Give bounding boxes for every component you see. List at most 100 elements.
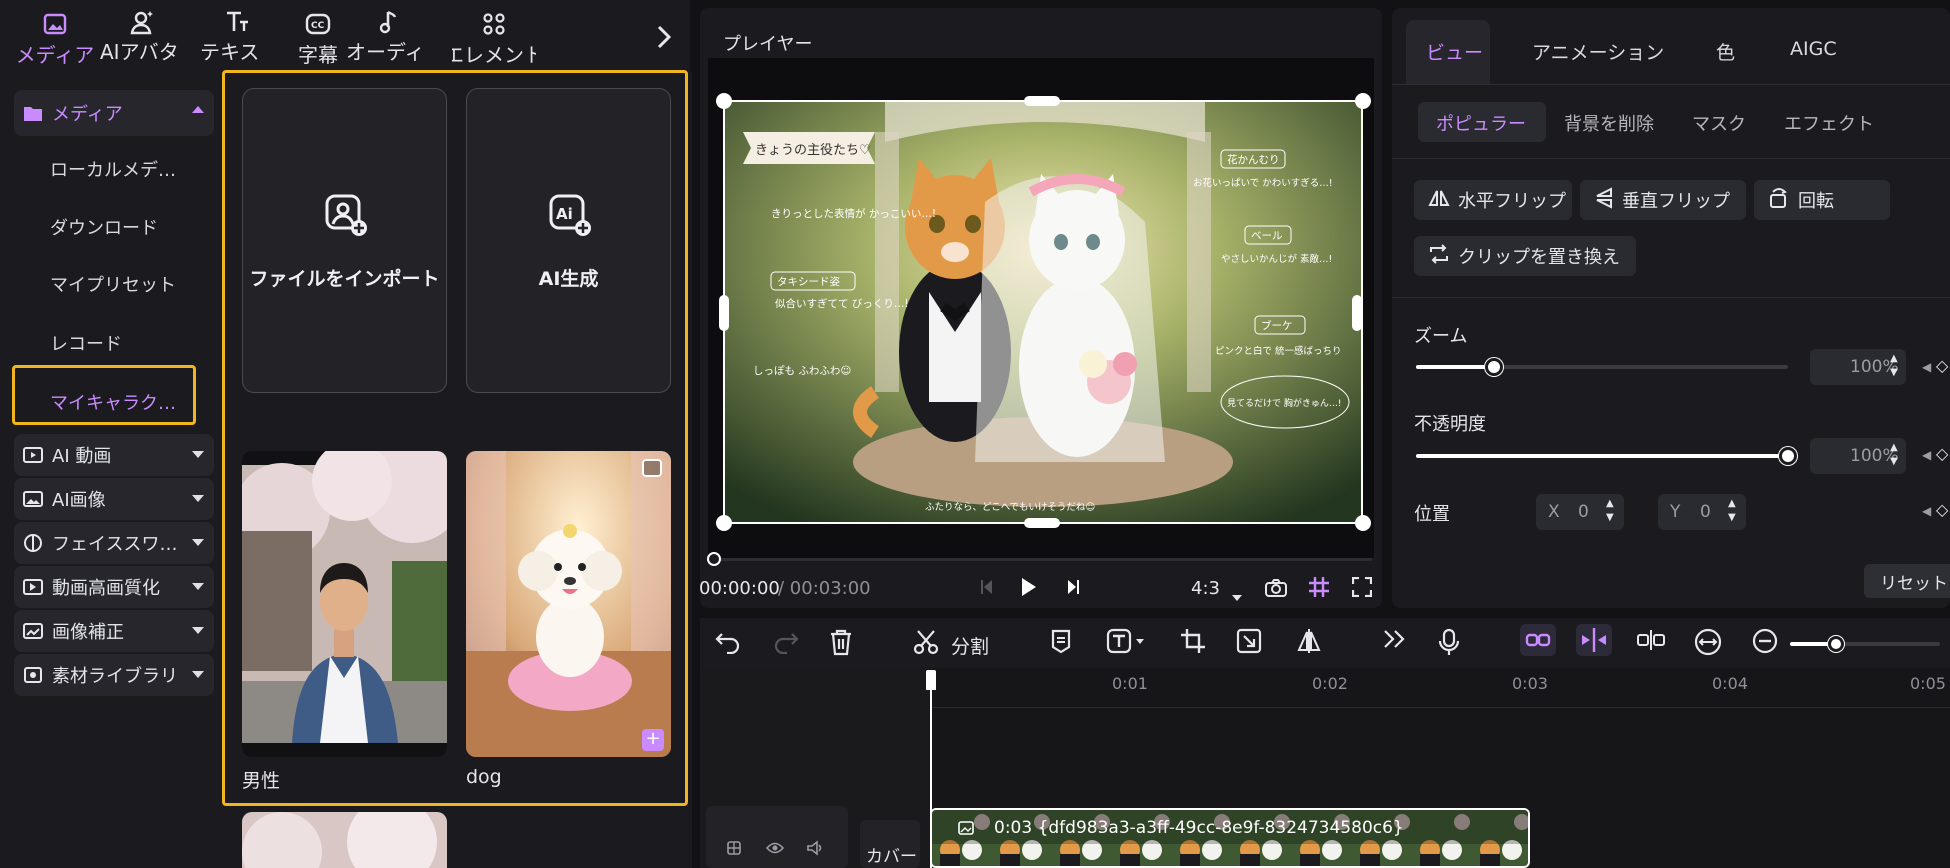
more-tools-icon[interactable] xyxy=(1382,628,1406,656)
stepper-up-icon[interactable]: ▲ xyxy=(1728,498,1736,509)
stepper-up-icon[interactable]: ▲ xyxy=(1890,442,1898,453)
keyframe-icon[interactable]: ◇ xyxy=(1936,444,1948,463)
tab-view[interactable]: ビュー xyxy=(1426,38,1483,65)
nav-my-character[interactable]: マイキャラク… xyxy=(50,389,176,415)
grid-icon[interactable] xyxy=(1308,576,1330,602)
tab-ai-avatar[interactable]: AIアバター xyxy=(100,8,184,93)
prev-frame-icon[interactable] xyxy=(980,578,994,600)
subtab-effect[interactable]: エフェクト xyxy=(1784,110,1874,136)
media-thumb-man[interactable] xyxy=(242,451,447,757)
keyframe-icon[interactable]: ◇ xyxy=(1936,500,1948,519)
resize-handle-bottom-right[interactable] xyxy=(1355,515,1371,531)
snapshot-camera-icon[interactable] xyxy=(1264,578,1288,602)
text-tool-icon[interactable] xyxy=(1106,628,1146,660)
keyframe-prev-icon[interactable]: ◀ xyxy=(1922,504,1931,518)
tab-element[interactable]: エレメント xyxy=(452,8,536,68)
cover-button[interactable]: カバー xyxy=(860,820,920,868)
link-toggle-icon[interactable] xyxy=(1520,624,1556,656)
aspect-ratio-select[interactable]: 4:3 xyxy=(1191,578,1220,599)
media-thumb-partial[interactable] xyxy=(242,812,447,868)
media-thumb-dog[interactable]: + xyxy=(466,451,671,757)
nav-record[interactable]: レコード xyxy=(50,330,122,356)
nav-face-swap[interactable]: フェイススワ… xyxy=(14,522,214,564)
keyframe-icon[interactable]: ◇ xyxy=(1936,356,1948,375)
flip-horizontal-button[interactable]: 水平フリップ xyxy=(1414,180,1572,220)
playback-scrubber[interactable] xyxy=(707,552,721,566)
chevron-right-icon[interactable] xyxy=(655,24,673,54)
keyframe-prev-icon[interactable]: ◀ xyxy=(1922,448,1931,462)
delete-icon[interactable] xyxy=(828,628,854,662)
resize-handle-top-right[interactable] xyxy=(1355,93,1371,109)
replace-clip-button[interactable]: クリップを置き換え xyxy=(1414,236,1636,276)
redo-icon[interactable] xyxy=(772,628,800,660)
tab-media[interactable]: メディア xyxy=(14,8,96,68)
snap-toggle-icon[interactable] xyxy=(1576,624,1612,656)
next-frame-icon[interactable] xyxy=(1066,578,1080,600)
undo-icon[interactable] xyxy=(714,628,742,660)
video-clip[interactable]: 0:03 {dfd983a3-a3ff-49cc-8e9f-8324734580… xyxy=(930,808,1530,868)
subtab-mask[interactable]: マスク xyxy=(1692,110,1746,136)
flip-vertical-button[interactable]: 垂直フリップ xyxy=(1580,180,1746,220)
nav-ai-video[interactable]: AI 動画 xyxy=(14,434,214,476)
stepper-down-icon[interactable]: ▼ xyxy=(1606,512,1614,523)
stepper-down-icon[interactable]: ▼ xyxy=(1728,512,1736,523)
reset-button[interactable]: リセット xyxy=(1864,564,1950,598)
nav-download[interactable]: ダウンロード xyxy=(50,214,158,240)
chevron-down-icon[interactable] xyxy=(1232,586,1242,605)
zoom-slider[interactable] xyxy=(1416,358,1788,376)
tab-caption[interactable]: CC 字幕 xyxy=(290,8,346,68)
timeline-zoom-thumb[interactable] xyxy=(1828,636,1844,652)
resize-handle-bottom-left[interactable] xyxy=(716,515,732,531)
rotate-button[interactable]: 回転 xyxy=(1754,180,1890,220)
zoom-out-icon[interactable] xyxy=(1752,628,1778,660)
add-to-timeline-button[interactable]: + xyxy=(642,729,664,751)
microphone-icon[interactable] xyxy=(1438,628,1460,662)
keyframe-prev-icon[interactable]: ◀ xyxy=(1922,360,1931,374)
import-file-button[interactable]: ファイルをインポート xyxy=(242,88,447,393)
marker-icon[interactable] xyxy=(1050,628,1072,660)
nav-video-enhance[interactable]: 動画高画質化 xyxy=(14,566,214,608)
nav-ai-image[interactable]: AI画像 xyxy=(14,478,214,520)
resize-icon[interactable] xyxy=(1236,628,1262,660)
opacity-slider-thumb[interactable] xyxy=(1779,447,1797,465)
tab-animation[interactable]: アニメーション xyxy=(1532,38,1664,65)
position-y-field[interactable]: Y 0 ▲ ▼ xyxy=(1658,494,1746,530)
split-audio-icon[interactable] xyxy=(1636,628,1666,658)
tab-color[interactable]: 色 xyxy=(1716,38,1735,65)
nav-asset-library[interactable]: 素材ライブラリ xyxy=(14,654,214,696)
subtab-popular[interactable]: ポピュラー xyxy=(1436,110,1526,136)
speaker-icon[interactable] xyxy=(806,840,824,860)
stepper-up-icon[interactable]: ▲ xyxy=(1890,353,1898,364)
stepper-down-icon[interactable]: ▼ xyxy=(1890,456,1898,467)
stepper-down-icon[interactable]: ▼ xyxy=(1890,367,1898,378)
nav-local-media[interactable]: ローカルメデ… xyxy=(50,156,176,182)
tab-audio[interactable]: オーディオ xyxy=(346,8,434,93)
nav-media-header[interactable]: メディア xyxy=(14,90,214,136)
fit-timeline-icon[interactable] xyxy=(1694,628,1722,662)
resize-handle-top[interactable] xyxy=(1024,96,1060,106)
zoom-slider-thumb[interactable] xyxy=(1485,358,1503,376)
stepper-up-icon[interactable]: ▲ xyxy=(1606,498,1614,509)
resize-handle-top-left[interactable] xyxy=(716,93,732,109)
eye-icon[interactable] xyxy=(765,840,785,860)
resize-handle-bottom[interactable] xyxy=(1024,518,1060,528)
split-label[interactable]: 分割 xyxy=(951,632,989,659)
timeline-zoom-slider[interactable] xyxy=(1790,636,1940,652)
fullscreen-icon[interactable] xyxy=(1351,576,1373,601)
tab-aigc[interactable]: AIGC xyxy=(1790,38,1837,60)
nav-my-presets[interactable]: マイプリセット xyxy=(50,271,176,297)
track-layer-icon[interactable] xyxy=(726,840,742,860)
play-icon[interactable] xyxy=(1020,576,1038,602)
nav-image-correction[interactable]: 画像補正 xyxy=(14,610,214,652)
resize-handle-right[interactable] xyxy=(1352,295,1362,331)
playhead-handle[interactable] xyxy=(926,670,936,690)
opacity-value-field[interactable]: 100% ▲ ▼ xyxy=(1810,438,1906,474)
crop-icon[interactable] xyxy=(1180,628,1206,660)
opacity-slider[interactable] xyxy=(1416,447,1797,465)
resize-handle-left[interactable] xyxy=(719,295,729,331)
preview-image[interactable]: きょうの主役たち♡ きりっとした表情が かっこいい…! タキシード姿 似合いすぎ… xyxy=(723,100,1363,524)
zoom-value-field[interactable]: 100% ▲ ▼ xyxy=(1810,349,1906,385)
position-x-field[interactable]: X 0 ▲ ▼ xyxy=(1536,494,1624,530)
mirror-icon[interactable] xyxy=(1296,628,1322,660)
ai-generate-button[interactable]: Ai AI生成 xyxy=(466,88,671,393)
